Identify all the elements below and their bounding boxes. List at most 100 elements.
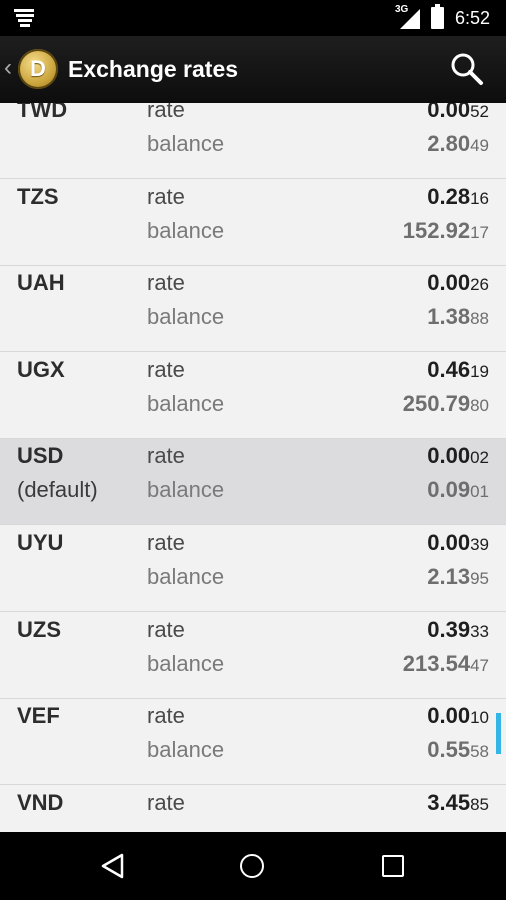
nav-home-icon[interactable]: [240, 854, 264, 878]
balance-label: balance: [147, 131, 225, 156]
rate-value: 3.4585: [427, 790, 489, 816]
rate-value-main: 0.00: [427, 703, 471, 729]
balance-value: 213.5447: [403, 651, 489, 677]
currency-row-vnd[interactable]: VND rate 3.4585: [0, 785, 506, 832]
rate-label: rate: [147, 703, 185, 729]
balance-label: balance: [147, 390, 225, 416]
balance-value-main: 1.38: [427, 304, 471, 330]
balance-value-main: 0.09: [427, 477, 471, 503]
rate-value: 0.0026: [427, 270, 489, 296]
rate-value: 0.0052: [427, 103, 489, 123]
nav-back-icon[interactable]: [99, 852, 125, 880]
search-icon[interactable]: [450, 52, 484, 86]
currency-code: USD: [17, 443, 64, 469]
app-logo-letter: D: [30, 56, 46, 81]
rate-value-main: 0.00: [427, 530, 471, 555]
currency-code: TWD: [17, 103, 68, 122]
rate-value-tail: 85: [470, 794, 489, 814]
cell-signal-icon: [400, 9, 420, 29]
currency-row-twd[interactable]: TWD rate 0.0052 balance 2.8049: [0, 103, 506, 179]
rate-value: 0.3933: [427, 617, 489, 643]
balance-value-tail: 01: [470, 482, 489, 502]
nav-recent-apps-icon[interactable]: [382, 855, 404, 877]
navigation-bar: [0, 832, 506, 900]
rate-value-tail: 16: [470, 188, 489, 208]
currency-code: VEF: [17, 703, 60, 729]
rate-value-tail: 19: [470, 361, 489, 381]
balance-value-main: 152.92: [402, 217, 471, 243]
balance-value-main: 213.54: [402, 650, 471, 676]
notification-lines-icon: [14, 9, 34, 27]
currency-code: UGX: [17, 356, 65, 382]
rate-label: rate: [147, 616, 185, 642]
rate-value-main: 0.46: [427, 356, 471, 382]
balance-value-main: 2.80: [427, 131, 471, 156]
balance-label: balance: [147, 650, 225, 676]
balance-value: 152.9217: [403, 218, 489, 244]
rate-value-tail: 26: [470, 275, 489, 295]
rate-value: 0.0002: [427, 443, 489, 469]
balance-label: balance: [147, 217, 225, 243]
rate-label: rate: [147, 530, 185, 555]
balance-value-tail: 47: [470, 655, 489, 675]
action-bar: ‹ D Exchange rates: [0, 36, 506, 103]
rate-label: rate: [147, 443, 185, 469]
balance-value-main: 0.55: [427, 737, 471, 763]
balance-value: 2.8049: [427, 131, 489, 157]
rate-value-main: 0.00: [427, 270, 471, 296]
currency-code: UZS: [17, 616, 61, 642]
exchange-rate-list[interactable]: TWD rate 0.0052 balance 2.8049 TZS rate 0.2816 b…: [0, 103, 506, 832]
balance-label: balance: [147, 477, 225, 503]
balance-label: balance: [147, 564, 225, 589]
currency-row-uzs[interactable]: UZS rate 0.3933 balance 213.5447: [0, 612, 506, 699]
balance-value-tail: 95: [470, 569, 489, 588]
rate-value-main: 0.39: [427, 616, 471, 642]
balance-value: 250.7980: [403, 391, 489, 417]
balance-value-main: 2.13: [427, 564, 471, 589]
currency-code: UAH: [17, 270, 65, 296]
rate-value: 0.2816: [427, 184, 489, 210]
status-time: 6:52: [455, 8, 491, 28]
balance-label: balance: [147, 304, 225, 330]
app-logo[interactable]: D: [18, 49, 58, 89]
default-note: (default): [17, 477, 98, 503]
balance-value-tail: 80: [470, 395, 489, 415]
rate-label: rate: [147, 103, 185, 122]
balance-value-tail: 88: [470, 309, 489, 329]
balance-value-tail: 49: [470, 136, 489, 155]
page-title: Exchange rates: [68, 56, 239, 82]
rate-label: rate: [147, 183, 185, 209]
currency-row-tzs[interactable]: TZS rate 0.2816 balance 152.9217: [0, 179, 506, 266]
rate-label: rate: [147, 270, 185, 296]
rate-value-main: 0.00: [427, 443, 471, 469]
rate-value: 0.0010: [427, 703, 489, 729]
currency-row-ugx[interactable]: UGX rate 0.4619 balance 250.7980: [0, 352, 506, 439]
rate-value-tail: 39: [470, 535, 489, 554]
currency-code: TZS: [17, 183, 59, 209]
currency-row-uah[interactable]: UAH rate 0.0026 balance 1.3888: [0, 266, 506, 353]
rate-value: 0.4619: [427, 357, 489, 383]
rate-label: rate: [147, 356, 185, 382]
rate-value-tail: 02: [470, 448, 489, 468]
rate-value-tail: 10: [470, 708, 489, 728]
balance-value: 2.1395: [427, 564, 489, 590]
rate-value-main: 0.00: [427, 103, 471, 122]
up-caret-icon[interactable]: ‹: [4, 54, 12, 82]
balance-value: 1.3888: [427, 304, 489, 330]
rate-value-main: 0.28: [427, 183, 471, 209]
balance-value: 0.5558: [427, 737, 489, 763]
battery-icon: [431, 4, 444, 29]
rate-value: 0.0039: [427, 530, 489, 556]
rate-value-tail: 52: [470, 103, 489, 121]
currency-code: VND: [17, 789, 64, 815]
balance-value: 0.0901: [427, 477, 489, 503]
currency-row-usd[interactable]: USD (default) rate 0.0002 balance 0.0901: [0, 439, 506, 526]
rate-value-main: 3.45: [427, 789, 471, 815]
currency-row-vef[interactable]: VEF rate 0.0010 balance 0.5558: [0, 699, 506, 786]
scrollbar[interactable]: [496, 713, 501, 754]
currency-code: UYU: [17, 530, 64, 555]
balance-label: balance: [147, 737, 225, 763]
status-bar: 3G 6:52: [0, 0, 506, 36]
balance-value-main: 250.79: [402, 390, 471, 416]
currency-row-uyu[interactable]: UYU rate 0.0039 balance 2.1395: [0, 526, 506, 612]
